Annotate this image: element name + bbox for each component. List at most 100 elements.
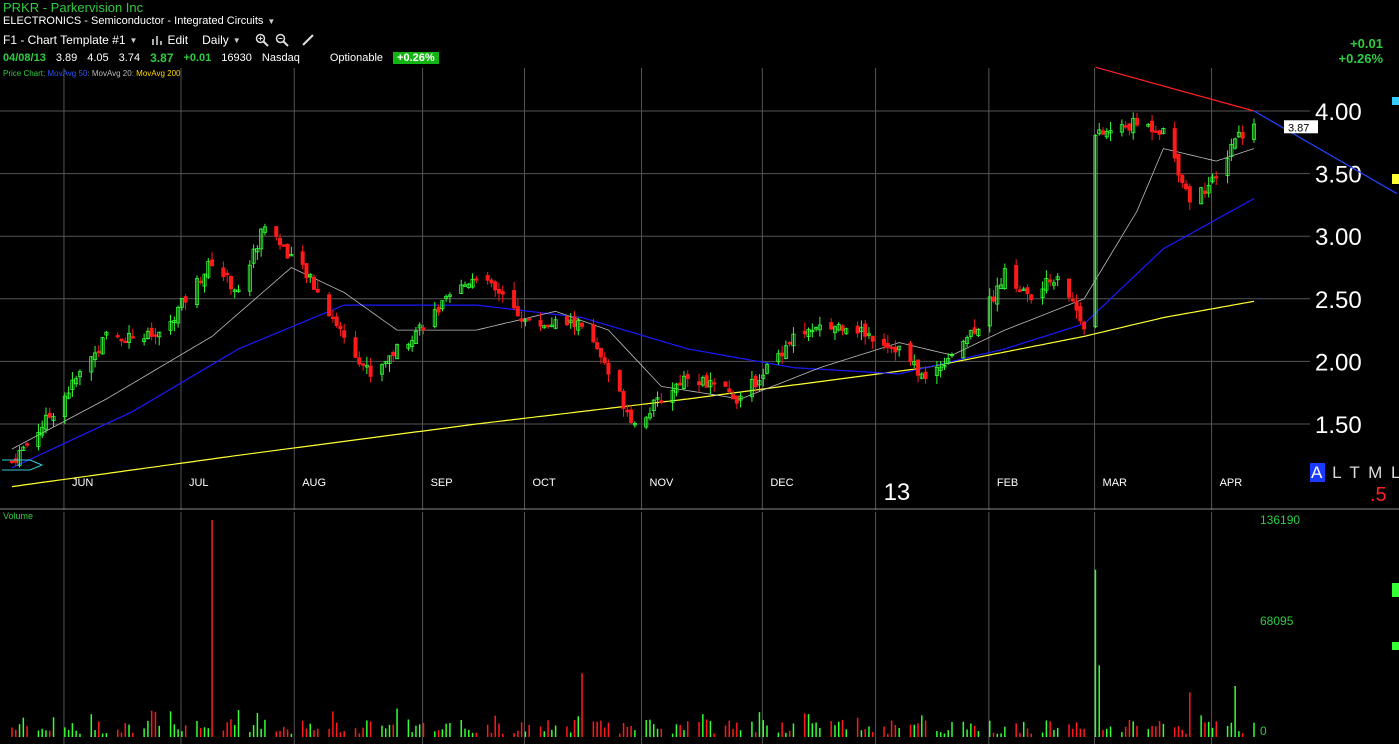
scroll-left-handle (2, 459, 44, 471)
candle-down (281, 244, 286, 247)
candle-down (96, 350, 101, 354)
candle-down (119, 338, 124, 342)
candle-down (123, 340, 128, 343)
candle-down (13, 458, 18, 463)
candle-down (1048, 279, 1053, 283)
y-tick-label: 2.00 (1315, 349, 1362, 376)
candle-down (734, 395, 739, 404)
candle-down (489, 279, 494, 284)
x-month-label: NOV (650, 477, 675, 489)
candle-down (300, 251, 305, 265)
volume-tick-mid: 68095 (1260, 614, 1294, 628)
price-chart: 1.50 2.00 2.50 3.00 3.50 4.00 JUN JUL AUG SEP OCT N… (0, 66, 1399, 510)
candle-down (889, 346, 894, 349)
candle-down (580, 322, 585, 327)
candle-down (25, 443, 30, 446)
candle-down (621, 391, 626, 409)
volume-tick-zero: 0 (1260, 724, 1267, 738)
candle-down (1082, 321, 1087, 330)
candle-down (870, 335, 875, 342)
candle-down (893, 346, 898, 353)
candle-down (1127, 123, 1132, 131)
right-edge-marker (1392, 174, 1399, 184)
candle-down (515, 306, 520, 317)
candle-down (421, 327, 426, 331)
x-month-label: APR (1220, 477, 1243, 489)
candle-down (436, 307, 441, 313)
x-month-label: FEB (997, 477, 1018, 489)
candle-down (617, 370, 622, 392)
candle-down (1025, 287, 1030, 295)
candle-down (1070, 298, 1075, 302)
right-edge-marker (1392, 97, 1399, 105)
candle-down (228, 276, 233, 290)
candle-down (697, 381, 702, 386)
candle-down (519, 318, 524, 322)
y-tick-label: 4.00 (1315, 99, 1362, 126)
candle-down (1029, 294, 1034, 301)
x-month-label: JUL (189, 477, 209, 489)
candle-down (972, 327, 977, 334)
candle-down (855, 325, 860, 334)
candle-down (304, 263, 309, 279)
candle-down (572, 316, 577, 328)
candle-down (493, 281, 498, 291)
candle-down (9, 460, 14, 464)
candle-down (361, 363, 366, 366)
candle-down (312, 276, 317, 290)
candle-down (153, 334, 158, 337)
y-tick-label: 2.50 (1315, 287, 1362, 314)
y-tick-label: 1.50 (1315, 412, 1362, 439)
candle-down (712, 382, 717, 385)
watermark-a: A (1310, 463, 1326, 482)
candle-down (546, 324, 551, 328)
x-month-label: 13 (884, 479, 911, 506)
candle-down (210, 259, 215, 267)
candle-down (512, 290, 517, 309)
candle-down (1134, 117, 1139, 126)
candle-down (923, 371, 928, 380)
candle-down (598, 348, 603, 358)
candle-down (704, 375, 709, 388)
candle-down (1240, 132, 1245, 139)
candle-down (1067, 278, 1072, 298)
candle-down (1172, 128, 1177, 159)
candle-down (863, 323, 868, 337)
candle-down (538, 320, 543, 327)
x-month-label: OCT (533, 477, 557, 489)
candle-down (753, 375, 758, 388)
candle-down (678, 382, 683, 386)
candle-down (391, 352, 396, 357)
candle-down (731, 394, 736, 400)
candle-down (1100, 130, 1105, 135)
candle-down (787, 342, 792, 345)
candle-down (780, 352, 785, 357)
candle-down (882, 338, 887, 346)
candle-down (368, 365, 373, 377)
candle-down (285, 243, 290, 259)
candle-down (149, 327, 154, 337)
right-edge-marker (1392, 583, 1399, 597)
candle-down (916, 359, 921, 376)
candle-down (908, 342, 913, 363)
candle-down (606, 362, 611, 375)
candle-down (1176, 153, 1181, 176)
volume-label: Volume (3, 511, 34, 521)
candle-down (115, 335, 120, 338)
x-month-label: MAR (1103, 477, 1128, 489)
candle-down (564, 316, 569, 326)
candle-down (1184, 183, 1189, 190)
candle-down (1078, 306, 1083, 322)
x-month-label: SEP (431, 477, 453, 489)
candle-down (353, 337, 358, 358)
candle-down (47, 412, 52, 418)
watermark-rest: L T M L (1332, 463, 1399, 482)
candle-down (527, 318, 532, 321)
candle-down (334, 316, 339, 327)
candle-down (727, 388, 732, 393)
candle-down (829, 322, 834, 330)
candle-down (278, 237, 283, 246)
candle-down (1153, 130, 1158, 133)
candle-down (1017, 289, 1022, 292)
ma50-line (11, 198, 1255, 469)
